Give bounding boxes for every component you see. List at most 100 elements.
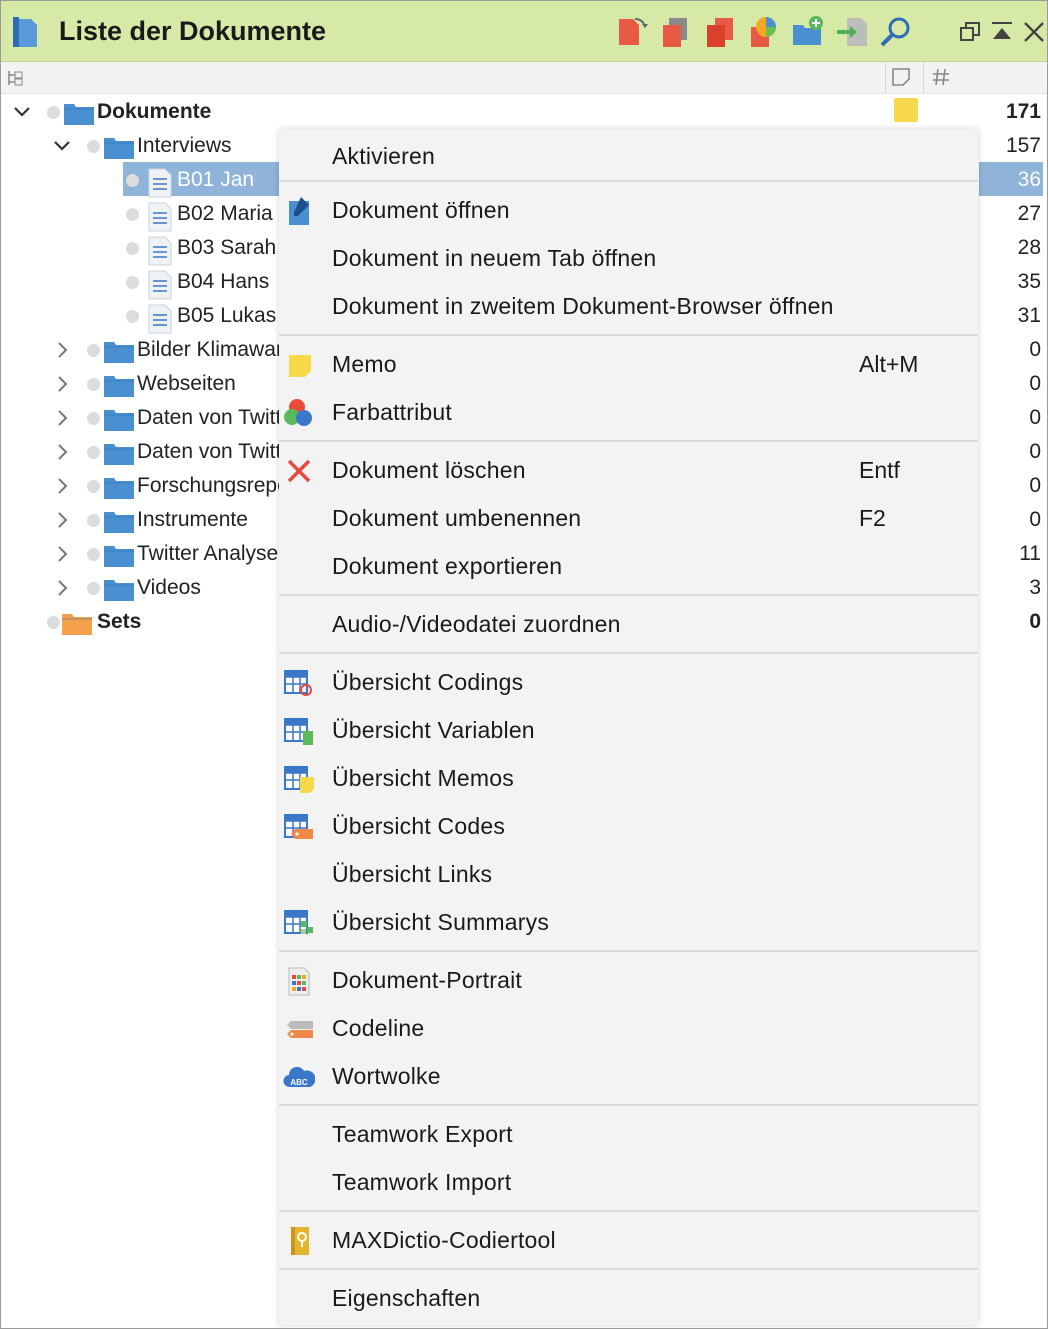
folder-icon bbox=[103, 474, 135, 500]
menu-item-audio-video[interactable]: Audio-/Videodatei zuordnen bbox=[279, 601, 978, 649]
count-column-icon[interactable] bbox=[931, 67, 951, 87]
code-count: 35 bbox=[1017, 270, 1041, 293]
activation-dot[interactable] bbox=[87, 446, 100, 459]
menu-label: Übersicht Codings bbox=[332, 669, 524, 695]
search-icon[interactable] bbox=[879, 15, 913, 49]
menu-item-teamwork-import[interactable]: Teamwork Import bbox=[279, 1159, 978, 1207]
document-icon bbox=[147, 202, 179, 232]
activation-dot[interactable] bbox=[126, 242, 139, 255]
menu-item-uebersicht-summarys[interactable]: Übersicht Summarys bbox=[279, 899, 978, 947]
chevron-right-icon[interactable] bbox=[53, 511, 71, 529]
menu-label: Teamwork Export bbox=[332, 1121, 513, 1147]
menu-item-uebersicht-codings[interactable]: Übersicht Codings bbox=[279, 659, 978, 707]
activation-dot[interactable] bbox=[87, 514, 100, 527]
document-icon bbox=[147, 236, 179, 266]
chevron-right-icon[interactable] bbox=[53, 375, 71, 393]
word-cloud-icon: ABC bbox=[283, 1066, 315, 1088]
red-docs-icon[interactable] bbox=[703, 15, 737, 49]
menu-item-exportieren[interactable]: Dokument exportieren bbox=[279, 543, 978, 591]
folder-icon bbox=[103, 440, 135, 466]
menu-item-dokument-oeffnen[interactable]: Dokument öffnen bbox=[279, 187, 978, 235]
menu-item-uebersicht-memos[interactable]: Übersicht Memos bbox=[279, 755, 978, 803]
activation-dot[interactable] bbox=[47, 106, 60, 119]
activation-dot[interactable] bbox=[87, 412, 100, 425]
import-icon[interactable] bbox=[835, 15, 869, 49]
menu-item-zweiter-browser[interactable]: Dokument in zweitem Dokument-Browser öff… bbox=[279, 283, 978, 331]
document-system-window: Liste der Dokumente Dokumente 171 Interv… bbox=[0, 0, 1048, 1329]
menu-item-dokument-portrait[interactable]: Dokument-Portrait bbox=[279, 957, 978, 1005]
menu-item-farbattribut[interactable]: Farbattribut bbox=[279, 389, 978, 437]
activation-dot[interactable] bbox=[87, 140, 100, 153]
menu-item-uebersicht-codes[interactable]: Übersicht Codes bbox=[279, 803, 978, 851]
menu-item-umbenennen[interactable]: Dokument umbenennen F2 bbox=[279, 495, 978, 543]
folder-icon bbox=[103, 508, 135, 534]
tree-view-icon[interactable] bbox=[7, 69, 25, 87]
close-icon[interactable] bbox=[1021, 19, 1047, 45]
activation-dot[interactable] bbox=[87, 548, 100, 561]
column-header-bar bbox=[1, 62, 1047, 94]
activation-dot[interactable] bbox=[87, 480, 100, 493]
activation-dot[interactable] bbox=[87, 582, 100, 595]
chevron-right-icon[interactable] bbox=[53, 579, 71, 597]
code-count: 0 bbox=[1029, 338, 1041, 361]
menu-item-wortwolke[interactable]: ABC Wortwolke bbox=[279, 1053, 978, 1101]
chevron-right-icon[interactable] bbox=[53, 477, 71, 495]
menu-item-eigenschaften[interactable]: Eigenschaften bbox=[279, 1275, 978, 1323]
collapse-icon[interactable] bbox=[989, 19, 1015, 45]
code-count: 171 bbox=[1005, 100, 1041, 123]
tree-label: Daten von Twitt bbox=[137, 440, 282, 463]
activation-dot[interactable] bbox=[126, 310, 139, 323]
code-count: 3 bbox=[1029, 576, 1041, 599]
menu-item-aktivieren[interactable]: Aktivieren bbox=[279, 133, 978, 181]
code-count: 31 bbox=[1017, 304, 1041, 327]
chevron-right-icon[interactable] bbox=[53, 545, 71, 563]
chevron-right-icon[interactable] bbox=[53, 443, 71, 461]
activation-dot[interactable] bbox=[126, 208, 139, 221]
chevron-right-icon[interactable] bbox=[53, 341, 71, 359]
chevron-right-icon[interactable] bbox=[53, 409, 71, 427]
activation-dot[interactable] bbox=[87, 344, 100, 357]
menu-item-neuer-tab[interactable]: Dokument in neuem Tab öffnen bbox=[279, 235, 978, 283]
menu-label: Übersicht Links bbox=[332, 861, 493, 887]
menu-label: Übersicht Summarys bbox=[332, 909, 550, 935]
color-docs-icon[interactable] bbox=[747, 15, 781, 49]
menu-item-teamwork-export[interactable]: Teamwork Export bbox=[279, 1111, 978, 1159]
folder-icon bbox=[103, 576, 135, 602]
activation-dot[interactable] bbox=[87, 378, 100, 391]
menu-label: Teamwork Import bbox=[332, 1169, 512, 1195]
code-count: 0 bbox=[1029, 440, 1041, 463]
activation-dot[interactable] bbox=[126, 276, 139, 289]
codes-overview-icon bbox=[284, 814, 313, 839]
open-document-icon bbox=[289, 197, 309, 225]
activation-dot[interactable] bbox=[47, 616, 60, 629]
menu-label: Dokument in neuem Tab öffnen bbox=[332, 245, 657, 271]
activation-dot[interactable] bbox=[126, 174, 139, 187]
maxdictio-icon bbox=[291, 1227, 309, 1255]
menu-item-uebersicht-links[interactable]: Übersicht Links bbox=[279, 851, 978, 899]
copy-documents-icon[interactable] bbox=[659, 15, 693, 49]
menu-label: MAXDictio-Codiertool bbox=[332, 1227, 556, 1253]
menu-item-uebersicht-variablen[interactable]: Übersicht Variablen bbox=[279, 707, 978, 755]
tree-label: B05 Lukas bbox=[177, 304, 277, 327]
folder-icon bbox=[103, 134, 135, 160]
menu-item-memo[interactable]: Memo Alt+M bbox=[279, 341, 978, 389]
tree-label: Bilder Klimawar bbox=[137, 338, 283, 361]
menu-item-maxdictio[interactable]: MAXDictio-Codiertool bbox=[279, 1217, 978, 1265]
memo-column-icon[interactable] bbox=[891, 67, 911, 87]
new-folder-icon[interactable] bbox=[791, 15, 825, 49]
undock-icon[interactable] bbox=[957, 19, 983, 45]
folder-icon bbox=[103, 542, 135, 568]
chevron-down-icon[interactable] bbox=[13, 103, 31, 121]
memos-overview-icon bbox=[284, 766, 314, 793]
tree-label: Twitter Analyse bbox=[137, 542, 279, 565]
activate-documents-icon[interactable] bbox=[615, 15, 649, 49]
menu-label: Farbattribut bbox=[332, 399, 453, 425]
menu-item-loeschen[interactable]: Dokument löschen Entf bbox=[279, 447, 978, 495]
menu-label: Dokument exportieren bbox=[332, 553, 563, 579]
menu-item-codeline[interactable]: Codeline bbox=[279, 1005, 978, 1053]
tree-row-root[interactable]: Dokumente 171 bbox=[1, 95, 1047, 129]
tree-label: Sets bbox=[97, 610, 142, 633]
code-count: 36 bbox=[1017, 168, 1041, 191]
chevron-down-icon[interactable] bbox=[53, 137, 71, 155]
code-count: 0 bbox=[1029, 372, 1041, 395]
